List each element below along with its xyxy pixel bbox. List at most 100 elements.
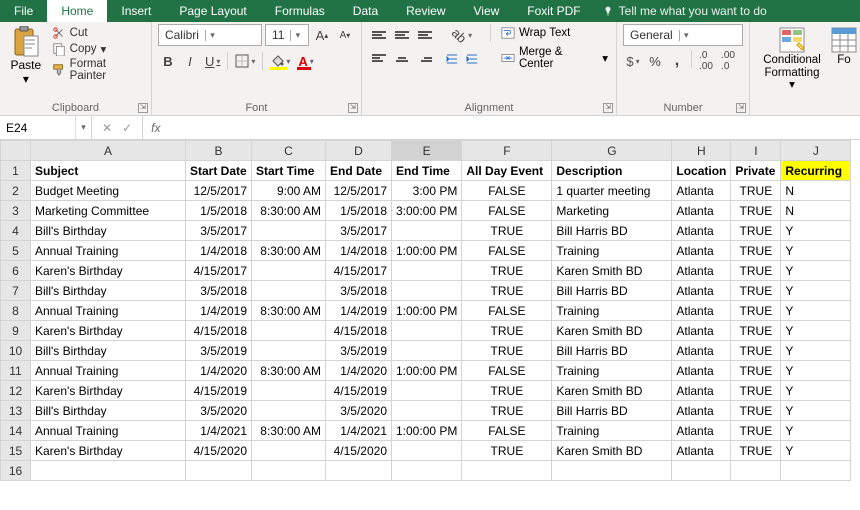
cell[interactable]: Atlanta (672, 321, 731, 341)
cell[interactable]: 4/15/2019 (326, 381, 392, 401)
cell[interactable]: TRUE (731, 421, 781, 441)
cell[interactable]: Start Time (252, 161, 326, 181)
wrap-text-button[interactable]: Wrap Text (499, 24, 610, 42)
cell[interactable]: 8:30:00 AM (252, 241, 326, 261)
row-header[interactable]: 9 (1, 321, 31, 341)
cell[interactable]: Y (781, 281, 851, 301)
cell[interactable]: 3:00:00 PM (392, 201, 462, 221)
accounting-format-button[interactable]: $▾ (623, 50, 643, 72)
cell[interactable]: Y (781, 441, 851, 461)
cell[interactable]: Atlanta (672, 281, 731, 301)
cell[interactable] (252, 321, 326, 341)
cell[interactable]: Atlanta (672, 421, 731, 441)
borders-button[interactable]: ▾ (232, 50, 258, 72)
cell[interactable] (252, 221, 326, 241)
cell[interactable]: FALSE (462, 241, 552, 261)
decrease-decimal-button[interactable]: .00.0 (718, 50, 738, 72)
cell[interactable]: Y (781, 361, 851, 381)
cell[interactable] (392, 221, 462, 241)
cell[interactable]: Annual Training (31, 301, 186, 321)
column-header[interactable]: H (672, 141, 731, 161)
cell[interactable]: 1:00:00 PM (392, 421, 462, 441)
cell[interactable]: Bill's Birthday (31, 401, 186, 421)
cell[interactable]: FALSE (462, 181, 552, 201)
cell[interactable]: Y (781, 241, 851, 261)
cell[interactable]: TRUE (731, 221, 781, 241)
tab-formulas[interactable]: Formulas (261, 0, 339, 22)
cell[interactable]: 1/4/2021 (186, 421, 252, 441)
cell[interactable]: 3/5/2017 (326, 221, 392, 241)
cell[interactable]: 1/5/2018 (186, 201, 252, 221)
cell[interactable]: Y (781, 401, 851, 421)
cell[interactable]: Bill Harris BD (552, 401, 672, 421)
cell[interactable]: 4/15/2019 (186, 381, 252, 401)
row-header[interactable]: 4 (1, 221, 31, 241)
cell[interactable]: TRUE (731, 341, 781, 361)
cell[interactable]: 1/4/2018 (186, 241, 252, 261)
cell[interactable]: TRUE (462, 261, 552, 281)
cell[interactable]: 4/15/2018 (186, 321, 252, 341)
cell[interactable]: Atlanta (672, 241, 731, 261)
cell[interactable] (672, 461, 731, 481)
cell[interactable] (252, 441, 326, 461)
cell[interactable]: 3/5/2019 (326, 341, 392, 361)
alignment-dialog-launcher[interactable]: ⇲ (603, 103, 613, 113)
cell[interactable]: Y (781, 421, 851, 441)
cell[interactable]: TRUE (731, 441, 781, 461)
tab-view[interactable]: View (460, 0, 514, 22)
cell[interactable] (252, 281, 326, 301)
align-bottom-button[interactable] (414, 24, 436, 46)
cell[interactable] (252, 461, 326, 481)
cell[interactable] (31, 461, 186, 481)
chevron-down-icon[interactable]: ▾ (290, 30, 304, 41)
cell[interactable]: Private (731, 161, 781, 181)
cell[interactable]: Y (781, 221, 851, 241)
number-format-combo[interactable]: General ▾ (623, 24, 743, 46)
comma-format-button[interactable]: , (667, 50, 687, 72)
tab-insert[interactable]: Insert (107, 0, 165, 22)
cell[interactable]: Atlanta (672, 361, 731, 381)
font-color-button[interactable]: A ▾ (295, 50, 316, 72)
cell[interactable] (462, 461, 552, 481)
cell[interactable] (392, 341, 462, 361)
cell[interactable]: TRUE (731, 361, 781, 381)
row-header[interactable]: 6 (1, 261, 31, 281)
tab-page-layout[interactable]: Page Layout (165, 0, 260, 22)
cell[interactable] (392, 261, 462, 281)
enter-formula-button[interactable]: ✓ (122, 121, 132, 135)
cell[interactable]: 4/15/2018 (326, 321, 392, 341)
orientation-button[interactable]: ab▾ (442, 24, 482, 46)
cell[interactable]: 8:30:00 AM (252, 201, 326, 221)
cell[interactable]: 1/4/2020 (326, 361, 392, 381)
cell[interactable]: N (781, 201, 851, 221)
cell[interactable]: 1/4/2019 (186, 301, 252, 321)
row-header[interactable]: 12 (1, 381, 31, 401)
cell[interactable]: Karen Smith BD (552, 381, 672, 401)
cell[interactable]: TRUE (731, 241, 781, 261)
cell[interactable] (552, 461, 672, 481)
cell[interactable]: Marketing (552, 201, 672, 221)
cell[interactable]: TRUE (462, 321, 552, 341)
cell[interactable]: Karen Smith BD (552, 321, 672, 341)
cell[interactable] (392, 381, 462, 401)
cell[interactable]: Marketing Committee (31, 201, 186, 221)
column-header[interactable]: A (31, 141, 186, 161)
cell[interactable]: TRUE (731, 381, 781, 401)
underline-button[interactable]: U▾ (202, 50, 223, 72)
decrease-font-button[interactable]: A▾ (335, 24, 355, 46)
cell[interactable]: Training (552, 361, 672, 381)
cell[interactable]: Bill Harris BD (552, 341, 672, 361)
tell-me-search[interactable]: Tell me what you want to do (603, 4, 767, 18)
row-header[interactable]: 1 (1, 161, 31, 181)
cell[interactable]: FALSE (462, 201, 552, 221)
format-painter-button[interactable]: Format Painter (52, 58, 145, 82)
cell[interactable] (392, 461, 462, 481)
cell[interactable]: All Day Event (462, 161, 552, 181)
tab-review[interactable]: Review (392, 0, 459, 22)
cell[interactable]: FALSE (462, 421, 552, 441)
cell[interactable]: 12/5/2017 (326, 181, 392, 201)
cell[interactable]: 3/5/2019 (186, 341, 252, 361)
cell[interactable]: Atlanta (672, 301, 731, 321)
column-header[interactable]: I (731, 141, 781, 161)
cell[interactable]: Training (552, 301, 672, 321)
